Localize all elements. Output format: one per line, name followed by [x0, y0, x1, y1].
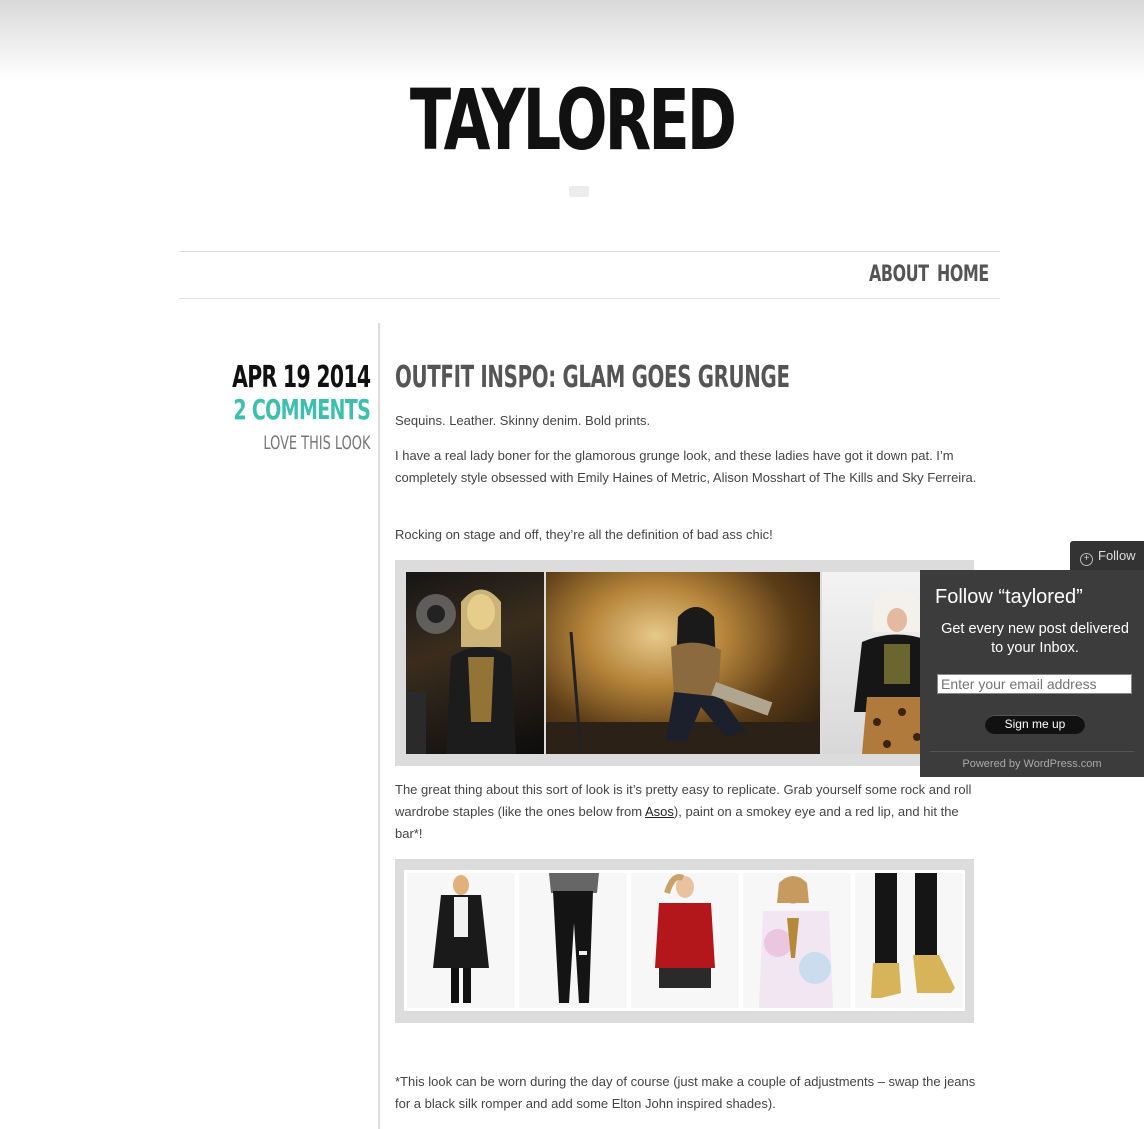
follow-panel-title: Follow “taylored”: [935, 586, 1083, 608]
divider: [930, 751, 1134, 752]
nav-item-about[interactable]: ABOUT: [869, 262, 929, 287]
main-nav: ABOUT HOME: [179, 251, 1000, 299]
post-paragraph: Sequins. Leather. Skinny denim. Bold pri…: [395, 413, 651, 428]
nav-item-home[interactable]: HOME: [937, 262, 989, 287]
email-field[interactable]: [937, 674, 1132, 694]
header-tab: [569, 186, 589, 197]
post-paragraph: I have a real lady boner for the glamoro…: [395, 448, 977, 485]
post-date: APR 19 2014: [231, 360, 371, 395]
product-tie-dye-tee: [743, 873, 851, 1008]
photo-alison-mosshart: [546, 572, 820, 754]
post-paragraph: Rocking on stage and off, they’re all th…: [395, 527, 773, 542]
follow-panel-description: Get every new post delivered to your Inb…: [941, 621, 1129, 656]
product-red-top: [631, 873, 739, 1008]
photo-emily-haines: [406, 572, 544, 754]
post-paragraph: The great thing about this sort of look …: [395, 782, 972, 841]
product-skinny-jeans: [519, 873, 627, 1008]
comments-link[interactable]: 2 COMMENTS: [233, 393, 370, 426]
header-background: [0, 0, 1144, 80]
content-divider: [378, 323, 380, 1129]
site-title[interactable]: TAYLORED: [160, 78, 984, 162]
follow-panel: Follow “taylored” Get every new post del…: [920, 570, 1144, 777]
follow-button[interactable]: + Follow: [1070, 541, 1144, 570]
post-title[interactable]: OUTFIT INSPO: GLAM GOES GRUNGE: [395, 360, 790, 395]
asos-link[interactable]: Asos: [645, 804, 674, 819]
post-paragraph: *This look can be worn during the day of…: [395, 1074, 976, 1111]
post-tag[interactable]: LOVE THIS LOOK: [263, 432, 370, 454]
sign-up-button[interactable]: Sign me up: [985, 715, 1085, 734]
product-cardigan: [407, 873, 515, 1008]
powered-by-link[interactable]: Powered by WordPress.com: [920, 758, 1144, 770]
product-collage: [395, 859, 974, 1023]
product-gold-boots: [855, 873, 963, 1008]
celebrity-photo-collage: [395, 560, 974, 766]
plus-icon: +: [1080, 553, 1093, 566]
